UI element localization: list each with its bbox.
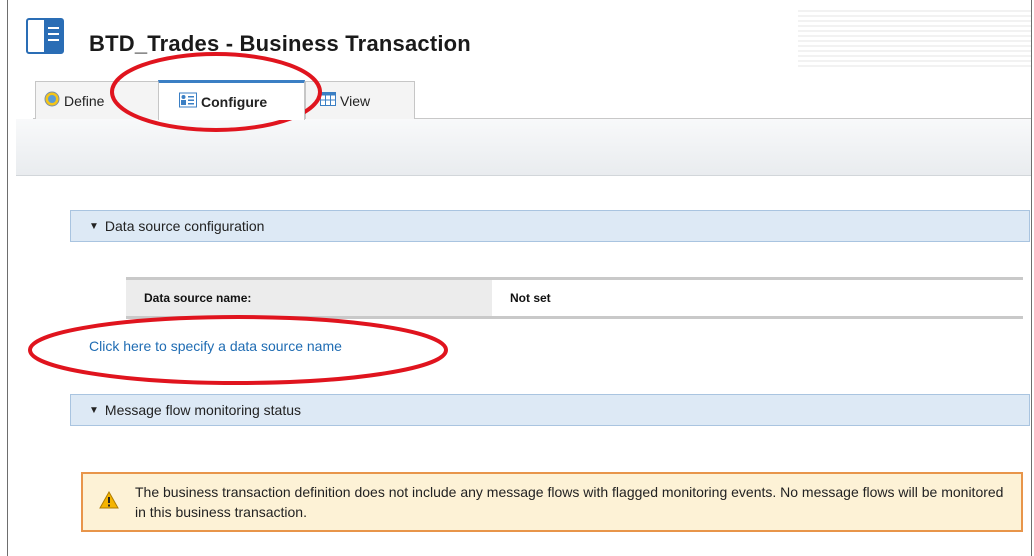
tab-configure[interactable]: Configure xyxy=(158,80,305,120)
warning-text: The business transaction definition does… xyxy=(135,484,1004,520)
header-pattern xyxy=(798,10,1031,70)
warning-icon xyxy=(99,490,121,514)
tab-define[interactable]: Define xyxy=(35,81,161,119)
page-title: BTD_Trades - Business Transaction xyxy=(89,31,471,56)
data-source-name-label: Data source name: xyxy=(126,280,492,316)
tab-view[interactable]: View xyxy=(305,81,415,119)
table-row: Data source name: Not set xyxy=(126,280,1023,316)
toolbar xyxy=(16,119,1031,176)
section-header-data-source[interactable]: ▼ Data source configuration xyxy=(70,210,1030,242)
tab-label: Define xyxy=(64,92,105,109)
collapse-triangle-icon: ▼ xyxy=(89,220,99,232)
collapse-triangle-icon: ▼ xyxy=(89,404,99,416)
section-header-monitoring[interactable]: ▼ Message flow monitoring status xyxy=(70,394,1030,426)
tab-label: View xyxy=(340,92,371,109)
globe-icon xyxy=(44,91,60,110)
specify-data-source-link[interactable]: Click here to specify a data source name xyxy=(89,338,342,354)
section-title: Data source configuration xyxy=(104,218,265,234)
warning-message: The business transaction definition does… xyxy=(81,472,1023,532)
book-icon xyxy=(26,18,68,59)
table-icon xyxy=(320,92,336,109)
configure-icon xyxy=(179,92,197,111)
data-source-name-value: Not set xyxy=(510,291,551,305)
data-source-table: Data source name: Not set xyxy=(126,277,1023,319)
tab-label: Configure xyxy=(201,93,268,110)
section-title: Message flow monitoring status xyxy=(104,402,301,418)
